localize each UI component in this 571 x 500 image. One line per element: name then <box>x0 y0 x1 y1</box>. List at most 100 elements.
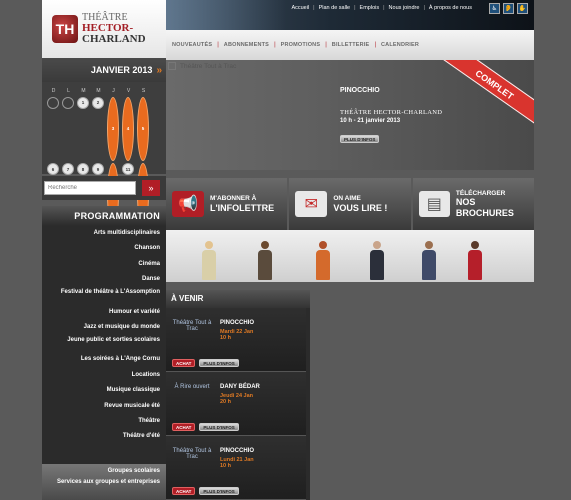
groups-link[interactable]: Services aux groupes et entreprises <box>42 478 166 496</box>
utility-nav-separator: | <box>423 5 425 11</box>
buy-ticket-button[interactable]: ACHAT <box>172 487 196 495</box>
calendar-header: JANVIER 2013 » <box>42 58 166 82</box>
event-date-time: 10 h <box>220 463 232 470</box>
programmation-link[interactable]: Musique classique <box>42 383 166 398</box>
event-date: Mardi 22 Jan 10 h <box>220 329 253 342</box>
utility-nav-link[interactable]: Accueil <box>291 5 309 11</box>
logo-line-3: CHARLAND <box>82 33 146 45</box>
hero-banner[interactable]: Théâtre Tout à Trac PINOCCHIO THÉÂTRE HE… <box>166 60 534 170</box>
page: TH THÉÂTRE HECTOR- CHARLAND JANVIER 2013… <box>42 0 534 500</box>
event-image-alt[interactable]: Théâtre Tout à Trac <box>172 320 212 333</box>
utility-nav-link[interactable]: Plan de salle <box>319 5 351 11</box>
programmation-link[interactable]: Danse <box>42 272 166 287</box>
top-banner: Accueil | Plan de salle | Emplois | Nous joind… <box>166 0 534 30</box>
artist-head <box>425 241 433 249</box>
promo-box[interactable]: ▤ TÉLÉCHARGER NOS BROCHURES <box>412 178 534 230</box>
event-image-alt[interactable]: Théâtre Tout à Trac <box>172 448 212 461</box>
utility-nav-separator: | <box>354 5 356 11</box>
programmation-link[interactable]: Jazz et musique du monde <box>42 320 166 335</box>
more-info-button[interactable]: PLUS D'INFOS <box>199 359 239 367</box>
hero-info-button-wrap: PLUS D'INFOS <box>340 135 380 143</box>
calendar-day[interactable]: 6 <box>47 163 59 175</box>
artist-head <box>373 241 381 249</box>
calendar-day[interactable]: 2 <box>92 96 104 109</box>
event-name[interactable]: PINOCCHIO <box>220 320 254 326</box>
hearing-icon[interactable]: 👂 <box>503 3 514 14</box>
main-nav-link[interactable]: BILLETTERIE <box>332 42 370 48</box>
artist-figure <box>202 241 216 280</box>
event-image-alt[interactable]: À Rire ouvert <box>172 384 212 390</box>
hero-image-alt-text: Théâtre Tout à Trac <box>180 62 237 70</box>
calendar-day[interactable]: 1 <box>77 96 89 109</box>
main-nav-separator: | <box>274 42 276 48</box>
programmation-link[interactable]: Théâtre <box>42 414 166 429</box>
programmation-link[interactable]: Chanson <box>42 241 166 256</box>
envelope-icon: ✉ <box>295 191 328 217</box>
next-month-icon[interactable]: » <box>156 65 162 76</box>
programmation-link[interactable]: Humour et variété <box>42 305 166 320</box>
more-info-button[interactable]: PLUS D'INFOS <box>199 487 239 495</box>
event-name[interactable]: PINOCCHIO <box>220 448 254 454</box>
promo-boxes: 📢 M'ABONNER À L'INFOLETTRE ✉ ON AIME VOUS LIR… <box>166 178 534 230</box>
programmation-title: PROGRAMMATION <box>42 206 166 226</box>
logo-text: THÉÂTRE HECTOR- CHARLAND <box>82 13 146 45</box>
promo-line-2: L'INFOLETTRE <box>210 202 275 213</box>
promo-box[interactable]: 📢 M'ABONNER À L'INFOLETTRE <box>166 178 288 230</box>
calendar-weekday: L <box>67 88 70 94</box>
utility-nav-link[interactable]: Nous joindre <box>389 5 420 11</box>
programmation-link[interactable]: Locations <box>42 368 166 383</box>
hero-image-alt: Théâtre Tout à Trac <box>168 62 236 70</box>
calendar-weekday: D <box>51 88 56 94</box>
event-date: Jeudi 24 Jan 20 h <box>220 393 253 406</box>
promo-text: ON AIME VOUS LIRE ! <box>333 195 387 213</box>
calendar-day[interactable]: 3 <box>107 96 119 161</box>
programmation-link[interactable]: Festival de théâtre à L'Assomption <box>42 288 166 305</box>
event-date-time: 10 h <box>220 335 232 342</box>
calendar-day[interactable]: 8 <box>77 163 89 175</box>
search-submit-button[interactable]: » <box>142 180 160 196</box>
calendar-empty-cell <box>47 96 59 109</box>
calendar-day[interactable]: 4 <box>122 96 134 161</box>
programmation-link[interactable]: Théâtre d'été <box>42 429 166 444</box>
search-input[interactable] <box>44 181 136 195</box>
site-logo[interactable]: TH THÉÂTRE HECTOR- CHARLAND <box>42 0 166 58</box>
programmation-link[interactable]: Arts multidisciplinaires <box>42 226 166 241</box>
more-info-button[interactable]: PLUS D'INFOS <box>199 423 239 431</box>
programmation-link[interactable]: Revue musicale été <box>42 399 166 414</box>
sign-language-icon[interactable]: ✋ <box>517 3 528 14</box>
event-card: À Rire ouvert DANY BÉDAR Jeudi 24 Jan 20 h A… <box>166 372 306 436</box>
main-nav-link[interactable]: NOUVEAUTÉS <box>172 42 212 48</box>
main-nav-link[interactable]: ABONNEMENTS <box>224 42 269 48</box>
programmation-link[interactable]: Cinéma <box>42 257 166 272</box>
artist-body <box>422 250 436 280</box>
main-nav-link[interactable]: CALENDRIER <box>381 42 419 48</box>
buy-ticket-button[interactable]: ACHAT <box>172 423 196 431</box>
hero-venue: THÉÂTRE HECTOR-CHARLAND <box>340 109 443 116</box>
promo-box[interactable]: ✉ ON AIME VOUS LIRE ! <box>289 178 411 230</box>
programmation-link[interactable]: Les soirées à L'Ange Cornu <box>42 352 166 367</box>
calendar-day[interactable]: 5 <box>137 96 149 161</box>
utility-nav-link[interactable]: Emplois <box>360 5 380 11</box>
artist-body <box>370 250 384 280</box>
hero-more-info-button[interactable]: PLUS D'INFOS <box>340 135 380 143</box>
calendar-empty-cell <box>62 96 74 109</box>
utility-nav: Accueil | Plan de salle | Emplois | Nous joind… <box>291 5 472 11</box>
main-nav-link[interactable]: PROMOTIONS <box>281 42 321 48</box>
calendar-day[interactable]: 9 <box>92 163 104 175</box>
buy-ticket-button[interactable]: ACHAT <box>172 359 196 367</box>
wheelchair-icon[interactable]: ♿ <box>489 3 500 14</box>
artists-banner[interactable] <box>166 230 534 282</box>
groups-link[interactable]: Groupes scolaires <box>42 464 166 478</box>
upcoming-list: Théâtre Tout à Trac PINOCCHIO Mardi 22 Jan… <box>166 308 310 500</box>
utility-nav-link[interactable]: À propos de nous <box>429 5 472 11</box>
event-name[interactable]: DANY BÉDAR <box>220 384 260 390</box>
event-date-time: 20 h <box>220 399 232 406</box>
calendar-day[interactable]: 11 <box>122 163 134 175</box>
groups-menu: Groupes scolaires Services aux groupes et… <box>42 464 166 500</box>
broken-image-icon <box>168 62 176 70</box>
calendar: JANVIER 2013 » DLMMJVS123456789101112131… <box>42 58 166 427</box>
utility-nav-separator: | <box>313 5 315 11</box>
main-nav-separator: | <box>325 42 327 48</box>
programmation-link[interactable]: Jeune public et sorties scolaires <box>42 335 166 352</box>
calendar-day[interactable]: 7 <box>62 163 74 175</box>
